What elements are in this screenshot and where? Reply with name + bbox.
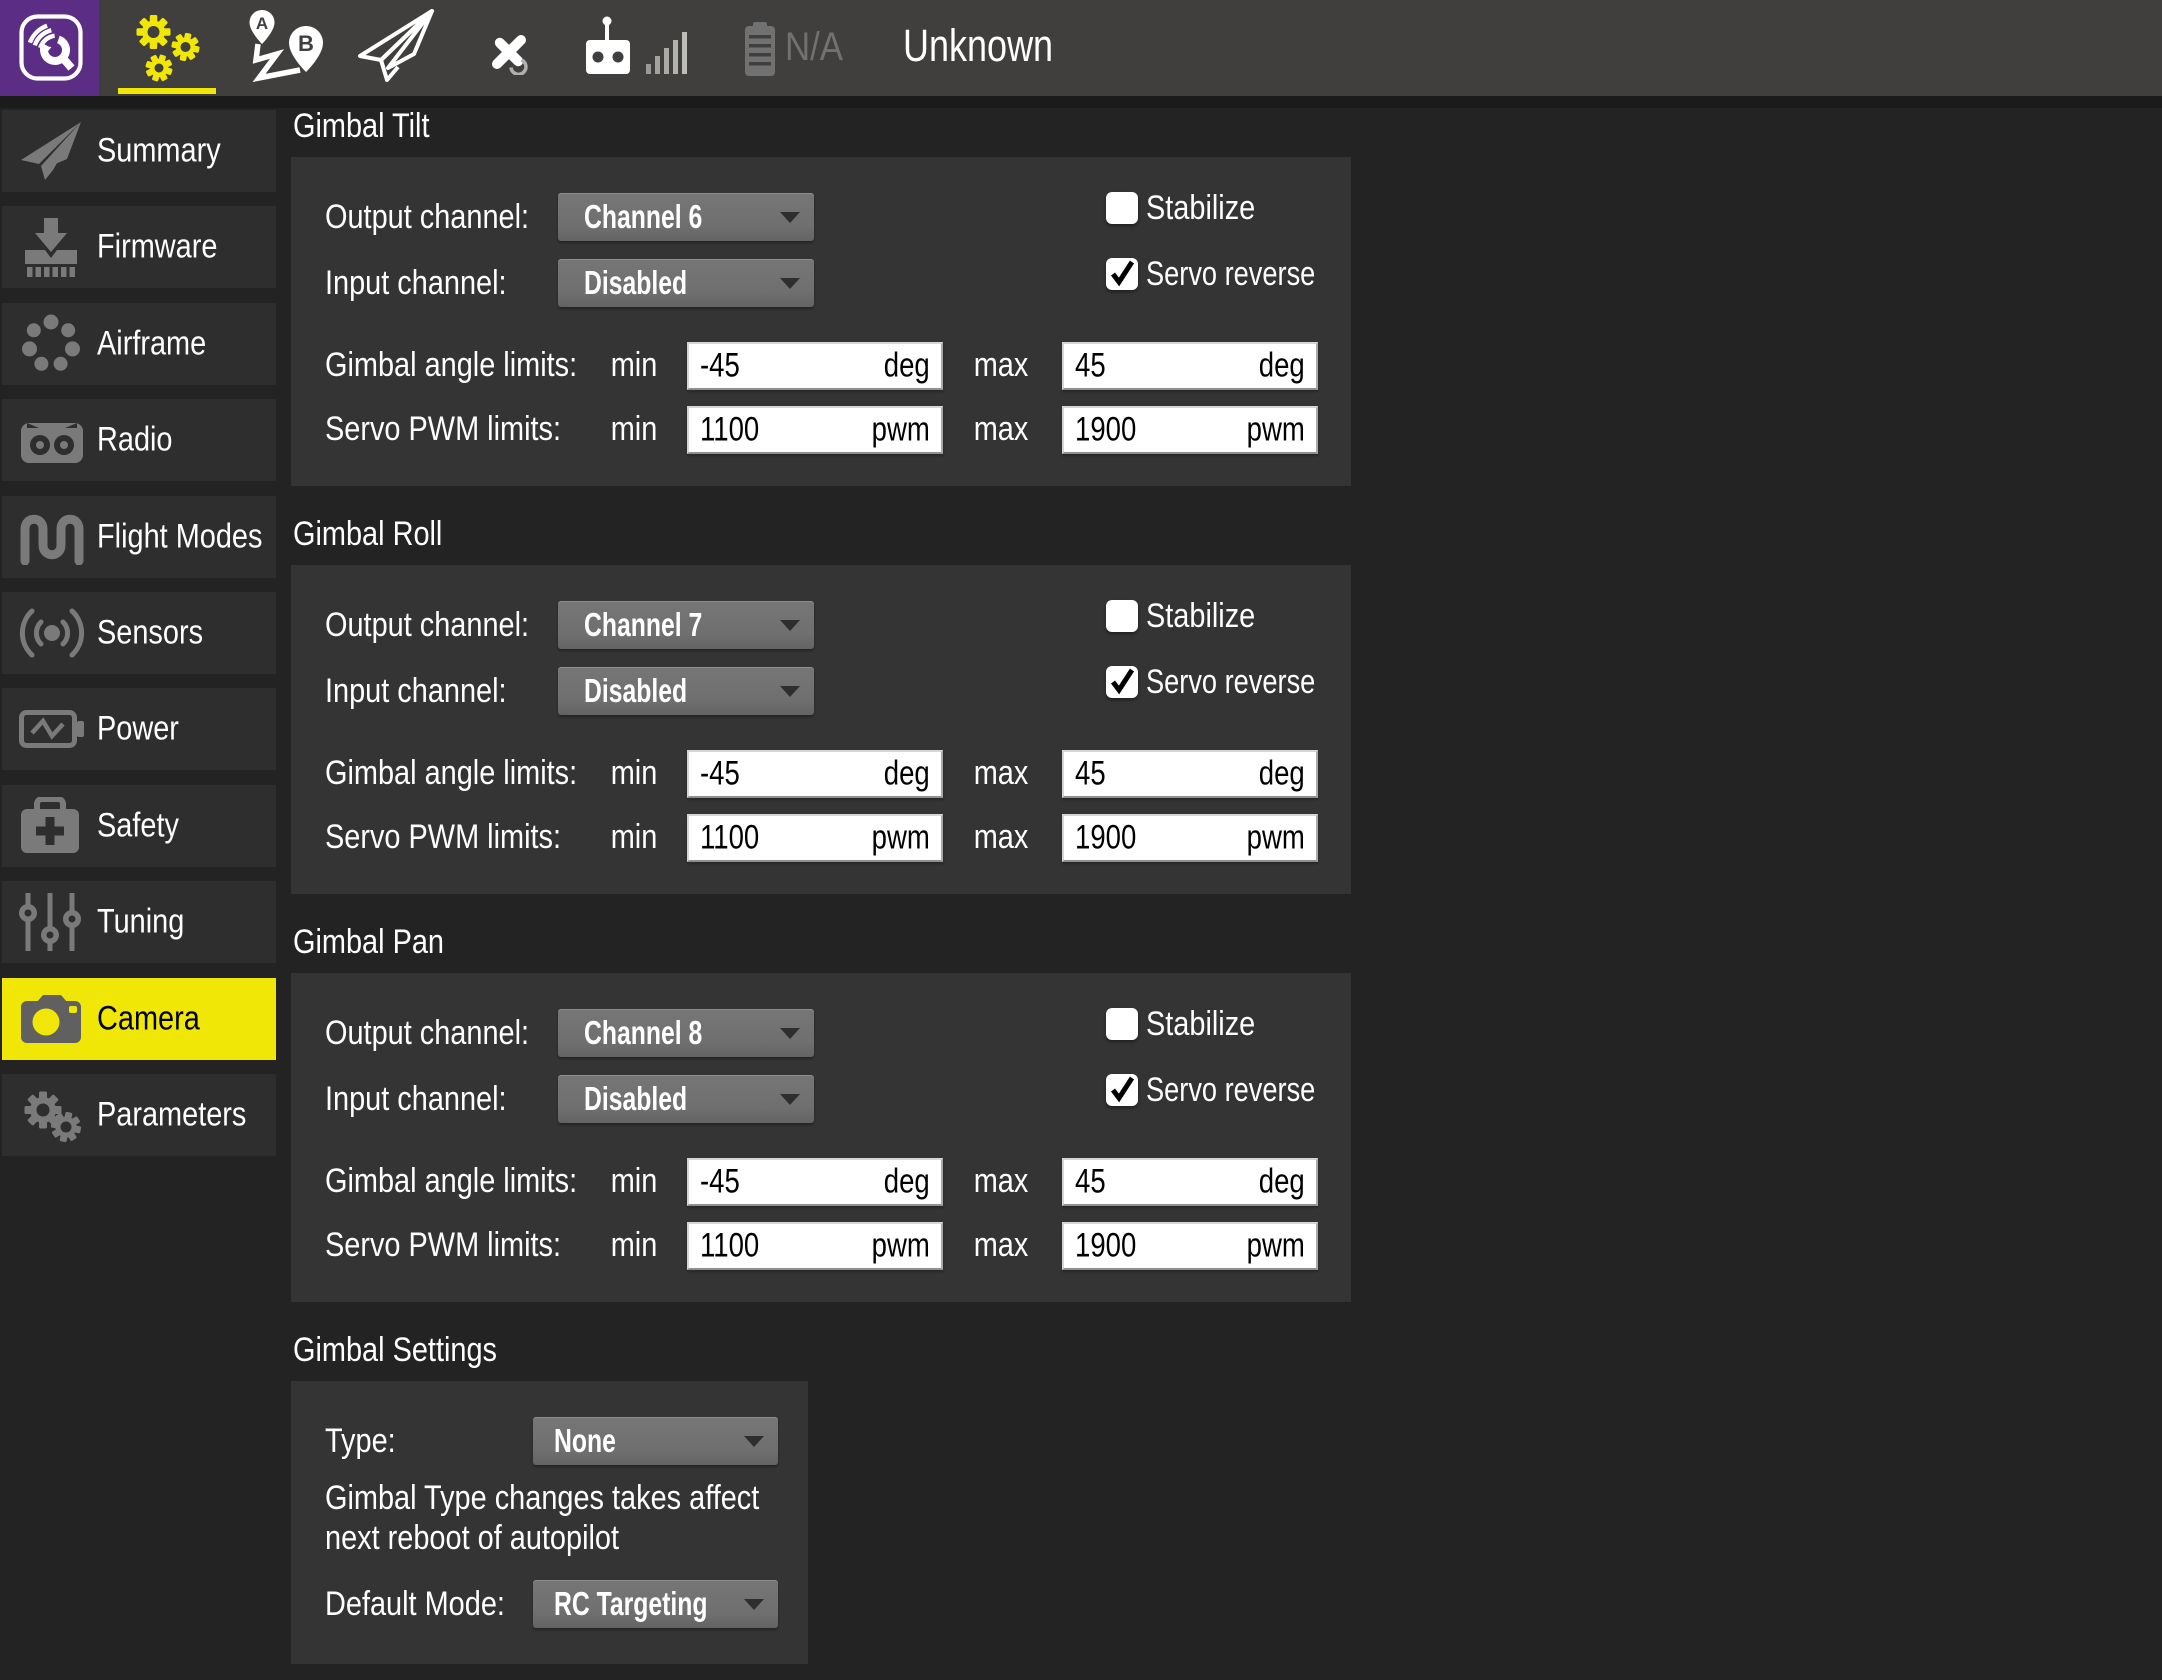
svg-text:B: B (298, 31, 314, 56)
svg-text:A: A (256, 14, 268, 33)
